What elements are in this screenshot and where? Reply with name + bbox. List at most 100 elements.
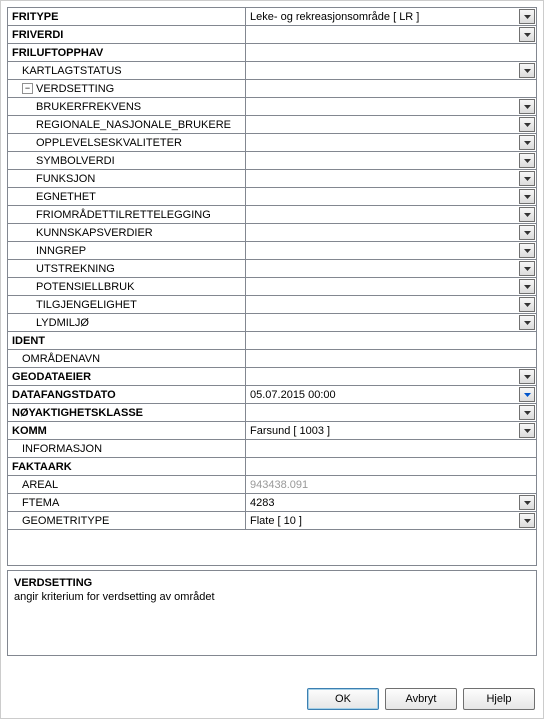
help-button[interactable]: Hjelp: [463, 688, 535, 710]
property-value-cell[interactable]: [246, 242, 536, 259]
property-value-cell[interactable]: [246, 440, 536, 457]
property-value-cell[interactable]: [246, 350, 536, 367]
property-value-cell[interactable]: [246, 332, 536, 349]
property-row: KUNNSKAPSVERDIER: [8, 224, 536, 242]
chevron-down-icon[interactable]: [519, 297, 535, 312]
chevron-down-icon[interactable]: [519, 171, 535, 186]
property-row: KARTLAGTSTATUS: [8, 62, 536, 80]
property-value: 4283: [250, 497, 274, 509]
property-row: KOMMFarsund [ 1003 ]: [8, 422, 536, 440]
property-row: OMRÅDENAVN: [8, 350, 536, 368]
chevron-down-icon[interactable]: [519, 405, 535, 420]
chevron-down-icon[interactable]: [519, 495, 535, 510]
chevron-down-icon[interactable]: [519, 207, 535, 222]
property-value-cell[interactable]: [246, 26, 536, 43]
property-value-cell[interactable]: [246, 134, 536, 151]
property-value-cell[interactable]: [246, 224, 536, 241]
property-row: FTEMA 4283: [8, 494, 536, 512]
property-value-cell[interactable]: [246, 278, 536, 295]
property-row: FRIOMRÅDETTILRETTELEGGING: [8, 206, 536, 224]
property-value-cell[interactable]: [246, 314, 536, 331]
property-value-cell[interactable]: [246, 116, 536, 133]
property-label: FUNKSJON: [8, 170, 246, 187]
property-row: EGNETHET: [8, 188, 536, 206]
ok-button[interactable]: OK: [307, 688, 379, 710]
property-value-cell[interactable]: [246, 404, 536, 421]
property-value-cell[interactable]: Leke- og rekreasjonsområde [ LR ]: [246, 8, 536, 25]
chevron-down-icon[interactable]: [519, 513, 535, 528]
property-row: FRIVERDI: [8, 26, 536, 44]
property-value-cell[interactable]: 05.07.2015 00:00: [246, 386, 536, 403]
chevron-down-icon[interactable]: [519, 315, 535, 330]
property-label: UTSTREKNING: [8, 260, 246, 277]
property-value: Farsund [ 1003 ]: [250, 425, 330, 437]
chevron-down-icon[interactable]: [519, 423, 535, 438]
property-label: FRILUFTOPPHAV: [8, 44, 246, 61]
property-value: Leke- og rekreasjonsområde [ LR ]: [250, 11, 419, 23]
property-row: LYDMILJØ: [8, 314, 536, 332]
property-label: FTEMA: [8, 494, 246, 511]
chevron-down-icon[interactable]: [519, 279, 535, 294]
chevron-down-icon[interactable]: [519, 63, 535, 78]
property-row: FRILUFTOPPHAV: [8, 44, 536, 62]
chevron-down-icon[interactable]: [519, 369, 535, 384]
property-row: REGIONALE_NASJONALE_BRUKERE: [8, 116, 536, 134]
grid-spacer: [8, 530, 536, 566]
property-value-cell[interactable]: [246, 98, 536, 115]
property-row: GEODATAEIER: [8, 368, 536, 386]
property-row: NØYAKTIGHETSKLASSE: [8, 404, 536, 422]
chevron-down-icon[interactable]: [519, 99, 535, 114]
property-label: INFORMASJON: [8, 440, 246, 457]
property-value-cell[interactable]: [246, 62, 536, 79]
description-box: VERDSETTING angir kriterium for verdsett…: [7, 570, 537, 656]
property-value-cell[interactable]: Flate [ 10 ]: [246, 512, 536, 529]
property-value-cell[interactable]: [246, 296, 536, 313]
property-label: OMRÅDENAVN: [8, 350, 246, 367]
property-row: UTSTREKNING: [8, 260, 536, 278]
property-row: INFORMASJON: [8, 440, 536, 458]
property-value-cell[interactable]: Farsund [ 1003 ]: [246, 422, 536, 439]
cancel-button[interactable]: Avbryt: [385, 688, 457, 710]
chevron-down-icon[interactable]: [519, 387, 535, 402]
property-label: GEOMETRITYPE: [8, 512, 246, 529]
property-label: −VERDSETTING: [8, 80, 246, 97]
chevron-down-icon[interactable]: [519, 117, 535, 132]
property-value-cell[interactable]: [246, 152, 536, 169]
collapse-icon[interactable]: −: [22, 83, 33, 94]
property-value-cell[interactable]: [246, 80, 536, 97]
property-value-cell[interactable]: [246, 44, 536, 61]
chevron-down-icon[interactable]: [519, 189, 535, 204]
property-value: 943438.091: [250, 479, 308, 491]
property-row: FRITYPE Leke- og rekreasjonsområde [ LR ]: [8, 8, 536, 26]
property-row: DATAFANGSTDATO05.07.2015 00:00: [8, 386, 536, 404]
chevron-down-icon[interactable]: [519, 135, 535, 150]
property-label: FRITYPE: [8, 8, 246, 25]
property-label: EGNETHET: [8, 188, 246, 205]
chevron-down-icon[interactable]: [519, 243, 535, 258]
chevron-down-icon[interactable]: [519, 27, 535, 42]
property-value-cell[interactable]: [246, 170, 536, 187]
property-row: POTENSIELLBRUK: [8, 278, 536, 296]
property-value-cell[interactable]: 943438.091: [246, 476, 536, 493]
chevron-down-icon[interactable]: [519, 261, 535, 276]
property-row: INNGREP: [8, 242, 536, 260]
property-label: DATAFANGSTDATO: [8, 386, 246, 403]
property-value-cell[interactable]: [246, 458, 536, 475]
property-label: FRIVERDI: [8, 26, 246, 43]
chevron-down-icon[interactable]: [519, 9, 535, 24]
property-label: FRIOMRÅDETTILRETTELEGGING: [8, 206, 246, 223]
property-label: KUNNSKAPSVERDIER: [8, 224, 246, 241]
property-label: IDENT: [8, 332, 246, 349]
property-row: AREAL943438.091: [8, 476, 536, 494]
property-row: SYMBOLVERDI: [8, 152, 536, 170]
property-value-cell[interactable]: 4283: [246, 494, 536, 511]
property-label: POTENSIELLBRUK: [8, 278, 246, 295]
button-bar: OK Avbryt Hjelp: [307, 688, 535, 710]
property-value-cell[interactable]: [246, 260, 536, 277]
property-label: TILGJENGELIGHET: [8, 296, 246, 313]
property-value-cell[interactable]: [246, 188, 536, 205]
chevron-down-icon[interactable]: [519, 225, 535, 240]
property-value-cell[interactable]: [246, 206, 536, 223]
chevron-down-icon[interactable]: [519, 153, 535, 168]
property-value-cell[interactable]: [246, 368, 536, 385]
